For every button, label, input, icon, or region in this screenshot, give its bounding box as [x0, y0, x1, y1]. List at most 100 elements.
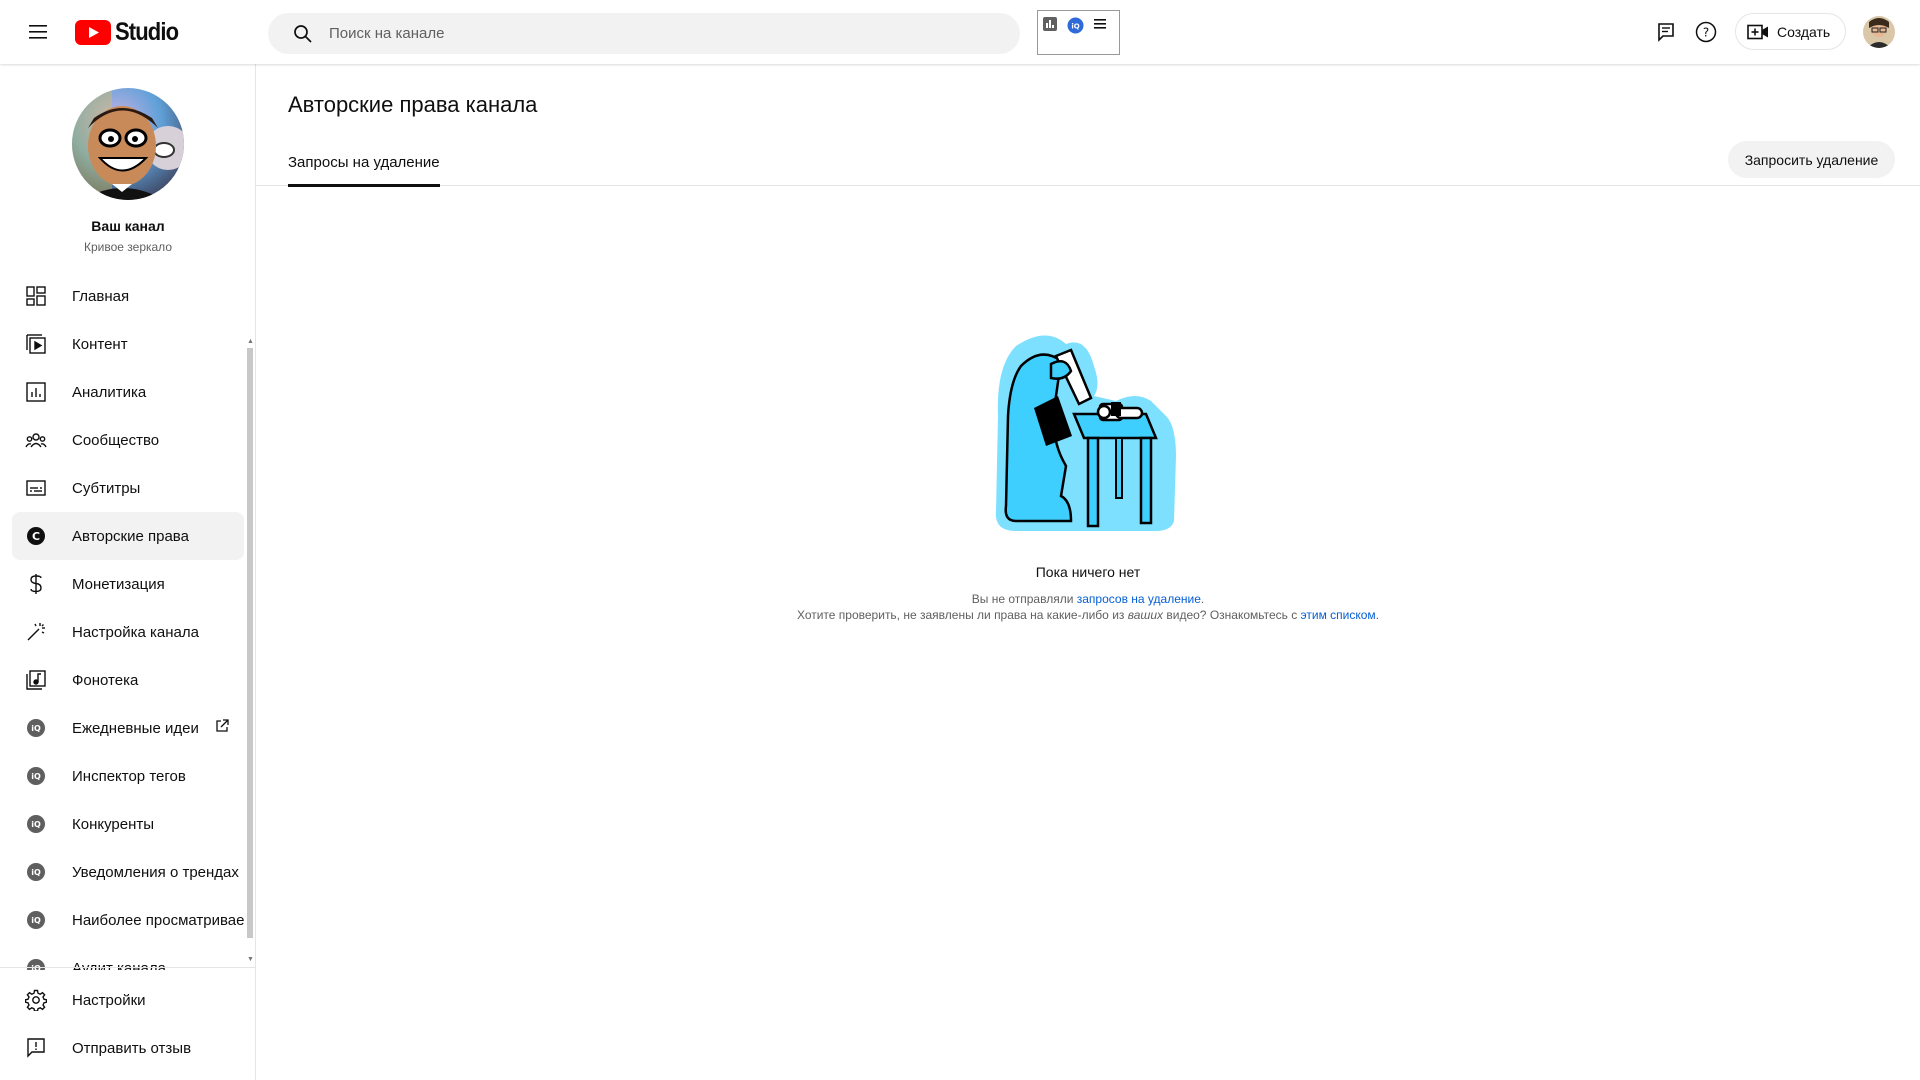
sidebar-item-label: Фонотека: [72, 671, 139, 689]
empty-line2-mid: видео? Ознакомьтесь с: [1163, 608, 1301, 622]
magic-wand-icon: [24, 620, 48, 644]
sidebar-item-label: Настройка канала: [72, 623, 199, 641]
sidebar-item-label: Наиболее просматриваемые: [72, 911, 244, 929]
create-label: Создать: [1777, 23, 1831, 40]
copyright-icon: C: [24, 524, 48, 548]
sidebar-item-audio-library[interactable]: Фонотека: [12, 656, 244, 704]
sidebar-item-label: Ежедневные идеи: [72, 719, 199, 737]
sidebar-item-label: Главная: [72, 287, 130, 305]
messages-icon[interactable]: [1646, 12, 1686, 52]
dollar-icon: [24, 572, 48, 596]
scrollbar-thumb[interactable]: [247, 348, 253, 938]
extension-toolbar: iQ: [1037, 10, 1120, 55]
analytics-icon: [24, 380, 48, 404]
sidebar-bottom: Настройки Отправить отзыв: [0, 967, 256, 1072]
vidiq-icon: iQ: [24, 764, 48, 788]
sidebar-item-trend-alerts[interactable]: iQ Уведомления о трендах: [12, 848, 244, 896]
sidebar-item-content[interactable]: Контент: [12, 320, 244, 368]
sidebar-item-feedback[interactable]: Отправить отзыв: [12, 1024, 252, 1072]
sidebar-item-tag-inspector[interactable]: iQ Инспектор тегов: [12, 752, 244, 800]
top-bar: Studio iQ ? Создать: [0, 0, 1920, 64]
music-library-icon: [24, 668, 48, 692]
channel-avatar[interactable]: [72, 88, 184, 200]
search-bar[interactable]: [268, 13, 1020, 54]
sidebar-item-daily-ideas[interactable]: iQ Ежедневные идеи: [12, 704, 244, 752]
create-video-icon: [1747, 24, 1768, 39]
feedback-icon: [24, 1036, 48, 1060]
sidebar-item-label: Сообщество: [72, 431, 160, 449]
create-button[interactable]: Создать: [1735, 13, 1846, 50]
sidebar-item-copyright[interactable]: C Авторские права: [12, 512, 244, 560]
community-icon: [24, 428, 48, 452]
svg-text:iQ: iQ: [31, 724, 41, 733]
vidiq-icon: iQ: [24, 908, 48, 932]
main-content: Авторские права канала Запросы на удален…: [256, 64, 1920, 1080]
search-icon[interactable]: [283, 14, 323, 54]
empty-line1-prefix: Вы не отправляли: [971, 592, 1077, 606]
channel-name: Кривое зеркало: [83, 240, 172, 254]
empty-state-illustration: [976, 326, 1206, 536]
sidebar-item-analytics[interactable]: Аналитика: [12, 368, 244, 416]
subtitles-icon: [24, 476, 48, 500]
sidebar-item-label: Уведомления о трендах: [72, 863, 239, 881]
sidebar-item-customization[interactable]: Настройка канала: [12, 608, 244, 656]
empty-line2-prefix: Хотите проверить, не заявлены ли права н…: [796, 608, 1128, 622]
svg-text:iQ: iQ: [31, 820, 41, 829]
vidiq-icon: iQ: [24, 860, 48, 884]
removal-requests-link[interactable]: запросов на удаление: [1077, 592, 1201, 606]
content-icon: [24, 332, 48, 356]
empty-state-line-2: Хотите проверить, не заявлены ли права н…: [256, 608, 1920, 622]
gear-icon: [24, 988, 48, 1012]
empty-state-title: Пока ничего нет: [1035, 564, 1141, 580]
tab-removal-requests[interactable]: Запросы на удаление: [288, 138, 440, 187]
sidebar-item-subtitles[interactable]: Субтитры: [12, 464, 244, 512]
sidebar-nav: Главная Контент Аналитика Сообщество Суб…: [0, 272, 248, 970]
logo-text: Studio: [115, 17, 179, 46]
dashboard-icon: [24, 284, 48, 308]
sidebar: Ваш канал Кривое зеркало Главная Контент…: [0, 64, 256, 1080]
svg-text:iQ: iQ: [31, 772, 41, 781]
stats-extension-icon[interactable]: [1043, 17, 1057, 36]
sidebar-item-most-viewed[interactable]: iQ Наиболее просматриваемые: [12, 896, 244, 944]
page-title: Авторские права канала: [288, 92, 538, 117]
sidebar-item-label: Конкуренты: [72, 815, 155, 833]
help-icon[interactable]: ?: [1686, 12, 1726, 52]
sidebar-item-monetization[interactable]: Монетизация: [12, 560, 244, 608]
menu-icon[interactable]: [23, 18, 53, 46]
svg-text:iQ: iQ: [1071, 23, 1079, 31]
vidiq-icon: iQ: [24, 716, 48, 740]
tab-bar: Запросы на удаление: [256, 138, 1920, 187]
sidebar-item-label: Настройки: [72, 991, 146, 1009]
sidebar-item-label: Субтитры: [72, 479, 141, 497]
sidebar-item-label: Инспектор тегов: [72, 767, 186, 785]
sidebar-item-competitors[interactable]: iQ Конкуренты: [12, 800, 244, 848]
svg-text:iQ: iQ: [31, 868, 41, 877]
svg-text:C: C: [32, 530, 40, 543]
vidiq-icon: iQ: [24, 812, 48, 836]
empty-line1-suffix: .: [1200, 592, 1205, 606]
this-list-link[interactable]: этим списком: [1301, 608, 1376, 622]
search-input[interactable]: [329, 25, 969, 42]
sidebar-scrollbar[interactable]: [247, 340, 253, 960]
youtube-logo-icon: [75, 19, 111, 45]
sidebar-item-dashboard[interactable]: Главная: [12, 272, 244, 320]
empty-state-line-1: Вы не отправляли запросов на удаление.: [256, 592, 1920, 606]
studio-logo[interactable]: Studio: [75, 16, 187, 48]
channel-title: Ваш канал: [91, 218, 165, 234]
sidebar-item-label: Отправить отзыв: [72, 1039, 192, 1057]
empty-line2-emphasis: ваших: [1127, 608, 1164, 622]
sidebar-item-settings[interactable]: Настройки: [12, 976, 252, 1024]
scroll-down-arrow-icon[interactable]: ▼: [247, 956, 254, 963]
sidebar-item-label: Авторские права: [72, 527, 189, 545]
empty-line2-suffix: .: [1375, 608, 1380, 622]
account-avatar[interactable]: [1863, 16, 1895, 48]
scroll-up-arrow-icon[interactable]: ▲: [247, 338, 254, 345]
svg-text:?: ?: [1703, 26, 1709, 40]
sidebar-item-label: Монетизация: [72, 575, 165, 593]
external-link-icon: [215, 719, 229, 738]
request-removal-button[interactable]: Запросить удаление: [1728, 141, 1895, 178]
sidebar-item-community[interactable]: Сообщество: [12, 416, 244, 464]
sidebar-item-label: Аналитика: [72, 383, 147, 401]
vidiq-extension-icon[interactable]: iQ: [1067, 17, 1084, 39]
list-extension-icon[interactable]: [1094, 17, 1108, 36]
